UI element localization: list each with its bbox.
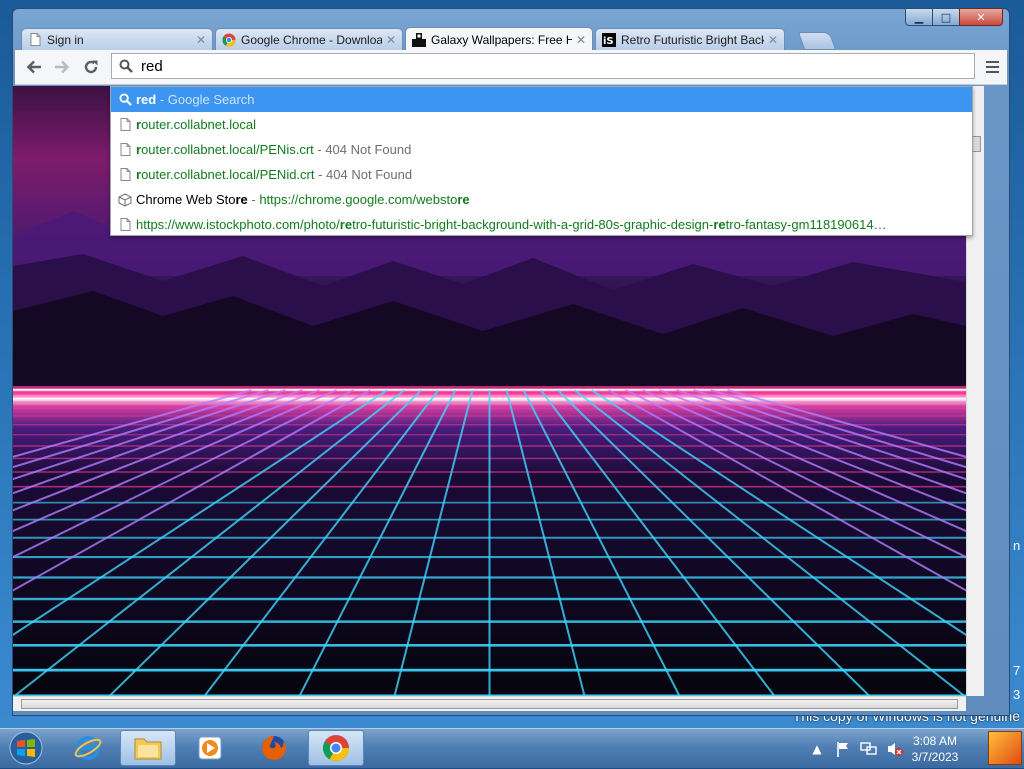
suggestion-text-part: Chrome Web Sto	[136, 192, 236, 207]
volume-muted-icon[interactable]	[884, 739, 906, 759]
tab-title: Retro Futuristic Bright Back	[621, 32, 764, 47]
suggestion-text: router.collabnet.local/PENid.crt - 404 N…	[136, 167, 412, 182]
windows-logo-icon	[9, 731, 43, 765]
browser-toolbar	[15, 50, 1007, 85]
chrome-logo-icon	[222, 33, 236, 47]
omnibox-suggestion[interactable]: red - Google Search	[111, 87, 972, 112]
tab-google-chrome-download[interactable]: Google Chrome - Downloa ✕	[215, 28, 403, 50]
tab-title: Sign in	[47, 32, 84, 47]
omnibox-suggestion[interactable]: router.collabnet.local	[111, 112, 972, 137]
show-hidden-icons-button[interactable]: ▲	[806, 739, 828, 759]
page-icon	[117, 142, 133, 158]
suggestion-text-part: re	[235, 192, 248, 207]
tab-title: Google Chrome - Downloa	[241, 32, 382, 47]
suggestion-text-part: tro-futuristic-bright-background-with-a-…	[352, 217, 714, 232]
page-icon	[117, 217, 133, 233]
suggestion-text-part: outer.collabnet.local/PENid.crt	[141, 167, 315, 182]
media-player-icon	[198, 736, 222, 760]
suggestion-text-part: https://chrome.google.com/websto	[259, 192, 458, 207]
tab-sign-in[interactable]: Sign in ✕	[21, 28, 213, 50]
suggestion-text: router.collabnet.local/PENis.crt - 404 N…	[136, 142, 411, 157]
omnibox[interactable]	[111, 53, 975, 79]
suggestion-text-part: https://www.istockphoto.com/photo/	[136, 217, 340, 232]
suggestion-text-part: -	[247, 192, 260, 207]
extension-box-icon	[117, 192, 133, 208]
window-controls: ▁ □ ✕	[905, 8, 1003, 26]
page-icon	[117, 167, 133, 183]
suggestion-text: red - Google Search	[136, 92, 255, 107]
suggestion-text-part: - 404 Not Found	[314, 167, 413, 182]
page-icon	[117, 117, 133, 133]
minimize-button[interactable]: ▁	[905, 8, 933, 26]
close-tab-icon[interactable]: ✕	[576, 33, 586, 47]
tab-galaxy-wallpapers[interactable]: Galaxy Wallpapers: Free HD ✕	[405, 27, 593, 51]
suggestion-text-part: tro-fantasy-gm118190614…	[725, 217, 887, 232]
taskbar-media-player[interactable]	[182, 730, 238, 766]
reload-button[interactable]	[80, 56, 102, 78]
svg-text:iS: iS	[603, 36, 614, 47]
clock-date: 3/7/2023	[911, 750, 959, 764]
suggestion-text-part: re	[457, 192, 470, 207]
new-tab-button[interactable]	[797, 32, 837, 50]
tab-title: Galaxy Wallpapers: Free HD	[431, 32, 572, 47]
firefox-icon	[262, 736, 286, 760]
horizontal-scroll-thumb[interactable]	[21, 699, 958, 709]
suggestion-text: router.collabnet.local	[136, 117, 256, 132]
tab-strip: Sign in ✕ Google Chrome - Downloa ✕ Gala…	[21, 27, 921, 51]
show-desktop-button[interactable]	[988, 731, 1022, 765]
tab-retro-futuristic[interactable]: iS Retro Futuristic Bright Back ✕	[595, 28, 785, 50]
suggestion-text: Chrome Web Store - https://chrome.google…	[136, 192, 470, 207]
page-icon	[28, 33, 42, 47]
close-tab-icon[interactable]: ✕	[386, 33, 396, 47]
horizontal-scrollbar[interactable]	[13, 696, 966, 711]
chrome-icon	[322, 735, 350, 762]
taskbar-internet-explorer[interactable]	[60, 730, 116, 766]
suggestion-text: https://www.istockphoto.com/photo/retro-…	[136, 217, 887, 232]
taskbar-clock[interactable]: 3:08 AM 3/7/2023	[905, 733, 965, 765]
forward-button[interactable]	[51, 56, 73, 78]
suggestion-text-part: outer.collabnet.local/PENis.crt	[141, 142, 314, 157]
close-tab-icon[interactable]: ✕	[196, 33, 206, 47]
chrome-menu-button[interactable]	[981, 57, 1003, 77]
close-button[interactable]: ✕	[959, 8, 1003, 26]
desktop-edge-text: 7	[1013, 663, 1021, 678]
desktop-edge-text: 3	[1013, 687, 1021, 702]
suggestion-text-part: re	[713, 217, 726, 232]
suggestion-text-part: outer.collabnet.local	[141, 117, 256, 132]
omnibox-suggestions: red - Google Search router.collabnet.loca…	[110, 86, 973, 236]
internet-explorer-icon	[74, 736, 102, 760]
taskbar-chrome[interactable]	[308, 730, 364, 766]
search-icon	[117, 59, 135, 73]
arrow-left-icon	[26, 60, 41, 74]
omnibox-input[interactable]	[139, 56, 943, 76]
omnibox-suggestion[interactable]: Chrome Web Store - https://chrome.google…	[111, 187, 972, 212]
istock-logo-icon: iS	[602, 32, 616, 47]
taskbar-firefox[interactable]	[246, 730, 302, 766]
file-explorer-icon	[134, 738, 162, 760]
suggestion-text-part: re	[339, 217, 353, 232]
close-tab-icon[interactable]: ✕	[768, 33, 778, 47]
galaxy-logo-icon	[412, 32, 426, 47]
start-button[interactable]	[6, 729, 46, 767]
network-icon[interactable]	[858, 739, 880, 759]
search-icon	[117, 92, 133, 108]
suggestion-text-part: - 404 Not Found	[313, 142, 412, 157]
system-tray: ▲	[806, 729, 910, 769]
taskbar: ▲ 3:08 AM 3/7/2023	[0, 728, 1024, 768]
desktop-edge-text: n	[1013, 538, 1021, 553]
omnibox-suggestion[interactable]: router.collabnet.local/PENis.crt - 404 N…	[111, 137, 972, 162]
suggestion-text-part: red	[136, 92, 157, 107]
omnibox-suggestion[interactable]: https://www.istockphoto.com/photo/retro-…	[111, 212, 972, 237]
suggestion-text-part: - Google Search	[156, 92, 255, 107]
action-center-flag-icon[interactable]	[832, 739, 854, 759]
omnibox-suggestion[interactable]: router.collabnet.local/PENid.crt - 404 N…	[111, 162, 972, 187]
back-button[interactable]	[23, 56, 45, 78]
hamburger-menu-icon	[985, 61, 999, 63]
reload-icon	[84, 60, 98, 74]
maximize-button[interactable]: □	[932, 8, 960, 26]
taskbar-file-explorer[interactable]	[120, 730, 176, 766]
arrow-right-icon	[55, 60, 70, 74]
clock-time: 3:08 AM	[912, 734, 958, 748]
